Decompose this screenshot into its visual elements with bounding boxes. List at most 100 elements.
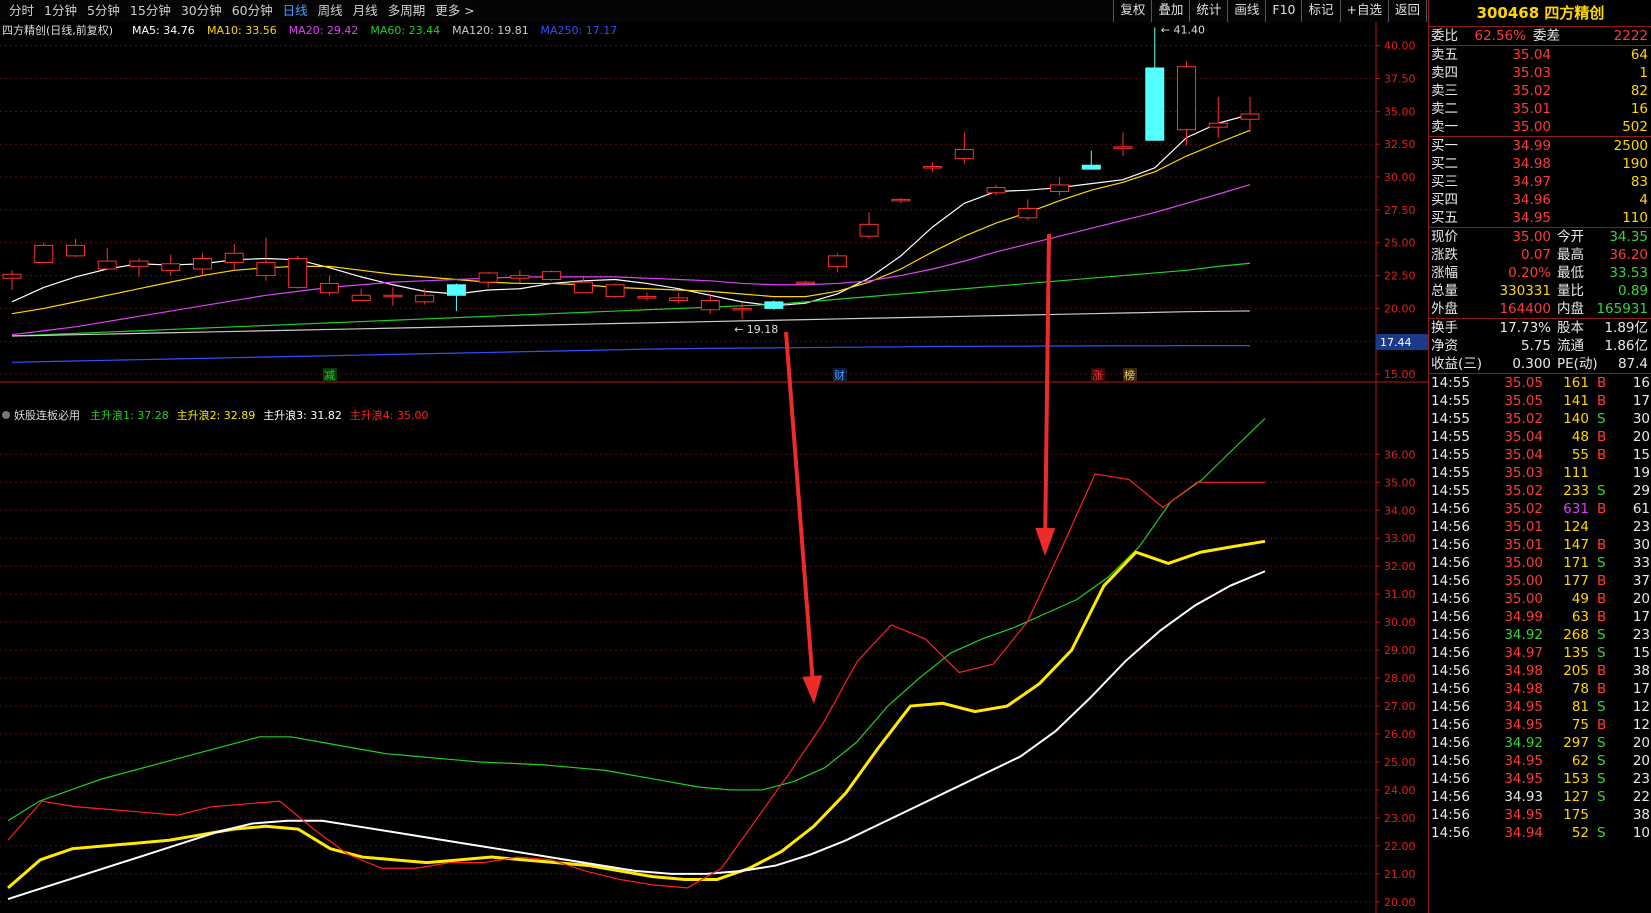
period-tab[interactable]: 更多 > (430, 0, 479, 22)
stat-value: 33.53 (1609, 265, 1648, 281)
tick-time: 14:56 (1431, 825, 1470, 841)
stat-label: 最高 (1557, 247, 1584, 263)
tick-time: 14:55 (1431, 393, 1470, 409)
candle-body (97, 260, 117, 270)
tick-row[interactable]: 14:56 34.99 63 B 17 (1429, 608, 1651, 626)
tick-row[interactable]: 14:55 35.05 161 B 16 (1429, 374, 1651, 392)
period-tab[interactable]: 周线 (313, 0, 348, 22)
tick-direction: B (1597, 501, 1607, 517)
tick-row[interactable]: 14:56 35.00 49 B 20 (1429, 590, 1651, 608)
y-tick-label: 20.00 (1384, 896, 1416, 909)
tick-list[interactable]: 14:55 35.05 161 B 16 14:55 35.05 141 B 17 14:55 35.… (1429, 373, 1651, 842)
tick-row[interactable]: 14:55 35.03 111 19 (1429, 464, 1651, 482)
tick-time: 14:56 (1431, 663, 1470, 679)
tick-row[interactable]: 14:56 34.93 127 S 22 (1429, 788, 1651, 806)
tick-row[interactable]: 14:56 34.97 135 S 15 (1429, 644, 1651, 662)
period-tab[interactable]: 30分钟 (176, 0, 227, 22)
bid-volume: 83 (1630, 174, 1648, 190)
tick-price: 35.04 (1504, 429, 1543, 445)
stat-value: 164400 (1499, 301, 1551, 317)
bid-row: 买一 34.99 2500 (1429, 137, 1651, 155)
ask-volume: 1 (1639, 65, 1648, 81)
stat-value: 17.73% (1499, 320, 1551, 336)
tool-button[interactable]: +自选 (1339, 0, 1389, 22)
tool-button[interactable]: 复权 (1113, 0, 1153, 22)
tick-price: 35.05 (1504, 393, 1543, 409)
bid-price: 34.99 (1512, 138, 1551, 154)
tick-count: 15 (1632, 645, 1650, 661)
y-tick-label: 20.00 (1384, 302, 1416, 315)
tick-row[interactable]: 14:56 35.01 124 23 (1429, 518, 1651, 536)
period-tab[interactable]: 月线 (348, 0, 383, 22)
tick-direction: S (1597, 825, 1606, 841)
tool-button[interactable]: 返回 (1387, 0, 1427, 22)
period-tab[interactable]: 60分钟 (227, 0, 278, 22)
tick-volume: 175 (1563, 807, 1589, 823)
tick-row[interactable]: 14:56 35.00 177 B 37 (1429, 572, 1651, 590)
stat-label: 最低 (1557, 265, 1584, 281)
kline-chart[interactable]: 40.00 37.50 35.00 32.50 30.00 27.50 25.00 22.50… (0, 22, 1428, 913)
tick-row[interactable]: 14:56 35.01 147 B 30 (1429, 536, 1651, 554)
period-tab[interactable]: 5分钟 (82, 0, 125, 22)
tool-button[interactable]: F10 (1265, 0, 1303, 22)
tick-row[interactable]: 14:55 35.04 55 B 15 (1429, 446, 1651, 464)
tick-volume: 171 (1563, 555, 1589, 571)
event-marker-label: 减 (324, 369, 335, 382)
wei-cha-value: 2222 (1613, 28, 1648, 44)
candle-body (1018, 208, 1038, 219)
period-tab[interactable]: 分时 (4, 0, 39, 22)
tick-row[interactable]: 14:55 35.05 141 B 17 (1429, 392, 1651, 410)
tick-row[interactable]: 14:56 34.95 75 B 12 (1429, 716, 1651, 734)
indicator-legend: 主升浪4: 35.00 (350, 408, 429, 422)
period-tab[interactable]: 15分钟 (125, 0, 176, 22)
bid-volume: 2500 (1613, 138, 1648, 154)
period-tab[interactable]: 1分钟 (39, 0, 82, 22)
stat-value: 330331 (1499, 283, 1551, 299)
tick-row[interactable]: 14:56 34.94 52 S 10 (1429, 824, 1651, 842)
tick-row[interactable]: 14:55 35.04 48 B 20 (1429, 428, 1651, 446)
stat-row: 总量 330331 量比 0.89 (1429, 282, 1651, 300)
tick-direction: B (1597, 681, 1607, 697)
tick-row[interactable]: 14:56 34.95 175 38 (1429, 806, 1651, 824)
tick-row[interactable]: 14:56 35.00 171 S 33 (1429, 554, 1651, 572)
tick-row[interactable]: 14:56 34.95 81 S 12 (1429, 698, 1651, 716)
indicator-toggle-icon[interactable] (2, 411, 10, 419)
tick-row[interactable]: 14:56 34.92 297 S 20 (1429, 734, 1651, 752)
tick-row[interactable]: 14:55 35.02 233 S 29 (1429, 482, 1651, 500)
tick-volume: 161 (1563, 375, 1589, 391)
candle-body (637, 296, 657, 299)
ask-price: 35.04 (1512, 47, 1551, 63)
tick-row[interactable]: 14:56 34.95 62 S 20 (1429, 752, 1651, 770)
ma-legend: MA120: 19.81 (452, 24, 529, 37)
period-tab[interactable]: 多周期 (383, 0, 431, 22)
tool-button[interactable]: 标记 (1301, 0, 1341, 22)
tool-button[interactable]: 叠加 (1151, 0, 1191, 22)
tool-button[interactable]: 画线 (1227, 0, 1267, 22)
stat2-row: 净资 5.75 流通 1.86亿 (1429, 337, 1651, 355)
tick-time: 14:56 (1431, 591, 1470, 607)
tick-row[interactable]: 14:56 34.98 205 B 38 (1429, 662, 1651, 680)
tool-button[interactable]: 统计 (1189, 0, 1229, 22)
tick-row[interactable]: 14:56 35.02 631 B 61 (1429, 500, 1651, 518)
stat-label: 总量 (1431, 283, 1458, 299)
stat-value: 0.07 (1520, 247, 1551, 263)
y-tick-label: 25.00 (1384, 237, 1416, 250)
tick-row[interactable]: 14:56 34.92 268 S 23 (1429, 626, 1651, 644)
period-tab[interactable]: 日线 (278, 0, 313, 22)
tick-price: 35.05 (1504, 375, 1543, 391)
tick-count: 30 (1632, 537, 1650, 553)
tick-row[interactable]: 14:56 34.95 153 S 23 (1429, 770, 1651, 788)
tick-time: 14:56 (1431, 609, 1470, 625)
y-tick-label: 25.00 (1384, 756, 1416, 769)
stat-value: 34.35 (1609, 229, 1648, 245)
tick-row[interactable]: 14:56 34.98 78 B 17 (1429, 680, 1651, 698)
stat-label: 涨幅 (1431, 265, 1458, 281)
tick-volume: 49 (1571, 591, 1589, 607)
tick-time: 14:56 (1431, 537, 1470, 553)
candle-body (573, 281, 593, 294)
stat2-row: 收益(三) 0.300 PE(动) 87.4 (1429, 355, 1651, 373)
ask-label: 卖四 (1431, 65, 1458, 81)
tick-row[interactable]: 14:55 35.02 140 S 30 (1429, 410, 1651, 428)
stock-code: 300468 (1476, 4, 1540, 22)
tick-volume: 63 (1571, 609, 1589, 625)
